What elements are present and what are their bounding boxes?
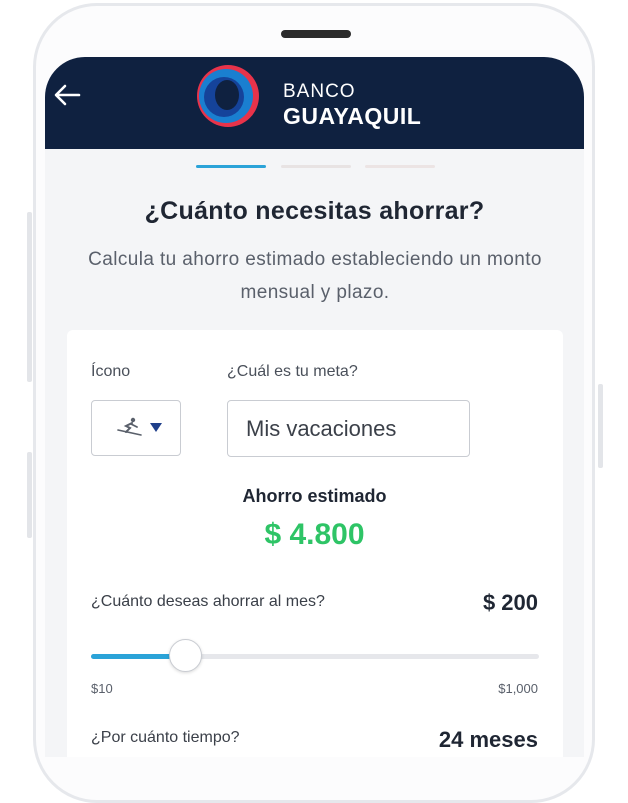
brand-name-top: BANCO [283,81,356,102]
arrow-left-icon[interactable] [51,79,83,111]
monthly-amount-slider[interactable] [91,639,539,672]
slider-thumb[interactable] [169,639,203,672]
term-question: ¿Por cuánto tiempo? [91,729,240,746]
icon-label: Ícono [91,363,131,380]
skier-icon [117,417,142,436]
icon-dropdown[interactable] [91,400,181,456]
estimated-savings-value: $ 4.800 [264,518,365,551]
progress-step-1 [196,165,266,168]
page-title: ¿Cuánto necesitas ahorrar? [144,197,485,225]
monthly-amount-value: $ 200 [482,590,538,615]
term-value: 24 meses [438,727,538,752]
caret-down-icon [150,423,162,432]
brand-name-bottom: GUAYAQUIL [283,103,422,129]
slider-min-label: $10 [91,681,113,696]
phone-side-button [27,452,32,538]
phone-side-button [598,384,603,468]
app-header: BANCO GUAYAQUIL [45,57,584,149]
goal-input[interactable] [227,400,470,457]
progress-step-2 [281,165,351,168]
bank-logo-icon [197,65,259,127]
estimated-savings-label: Ahorro estimado [242,486,387,506]
slider-max-label: $1,000 [498,681,538,696]
page-subtitle: Calcula tu ahorro estimado estableciendo… [88,249,542,303]
progress-step-3 [365,165,435,168]
phone-speaker [281,30,351,38]
monthly-amount-question: ¿Cuánto deseas ahorrar al mes? [91,593,325,610]
app-screen: BANCO GUAYAQUIL ¿Cuánto necesitas ahorra… [45,57,584,757]
phone-side-button [27,212,32,382]
goal-label: ¿Cuál es tu meta? [227,363,358,380]
